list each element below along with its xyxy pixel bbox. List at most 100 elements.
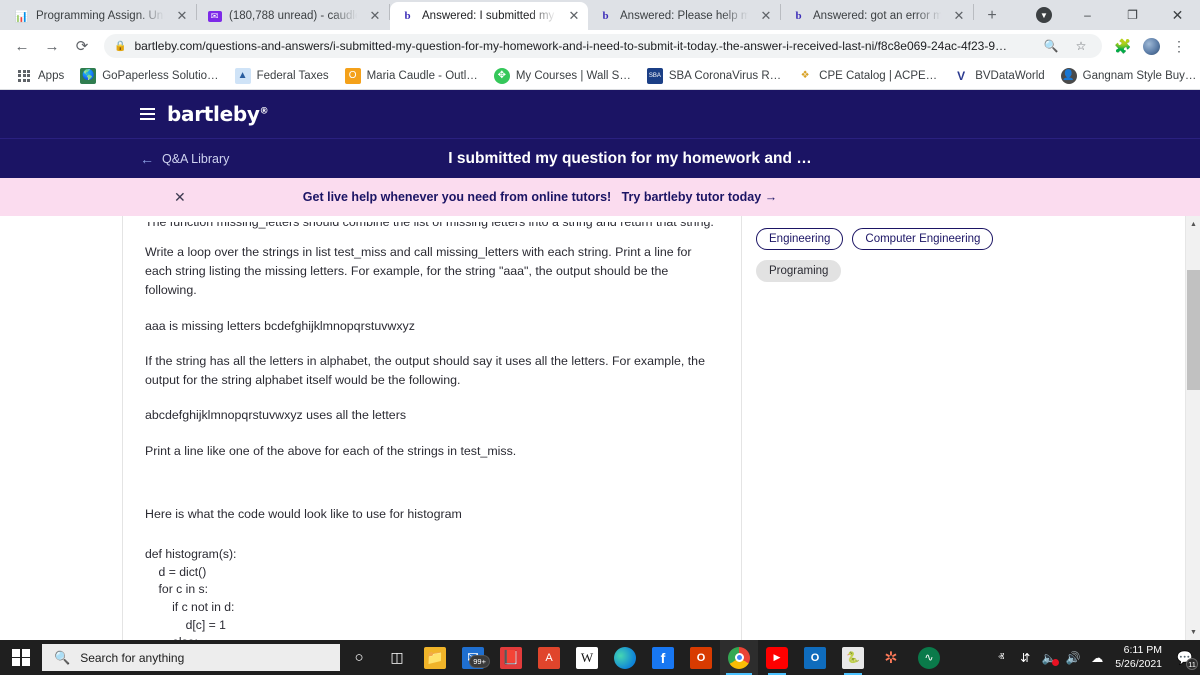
page-scrollbar[interactable]: ▲ ▼ bbox=[1185, 216, 1200, 640]
promo-cta[interactable]: Try bartleby tutor today bbox=[622, 190, 762, 204]
sba-icon: SBA bbox=[646, 67, 663, 84]
star-icon[interactable]: ☆ bbox=[1070, 35, 1092, 57]
tag-row: Engineering Computer Engineering bbox=[756, 228, 1072, 250]
taskbar-items: ○ ◫ 📁 ✉ 99+ 📕 A W e f O ▶ O 🐍 ✲ ∿ bbox=[340, 640, 948, 675]
code-block: def histogram(s): d = dict() for c in s:… bbox=[145, 546, 237, 640]
browser-tab[interactable]: ✉ (180,788 unread) - caudleman ✕ bbox=[197, 2, 389, 30]
browser-tab[interactable]: b Answered: got an error messa ✕ bbox=[781, 2, 973, 30]
network-icon[interactable]: ⇵ bbox=[1013, 640, 1037, 675]
bookmark-bvdataworld[interactable]: V BVDataWorld bbox=[945, 66, 1052, 86]
bookmark-label: My Courses | Wall S… bbox=[515, 69, 631, 82]
scroll-up-arrow[interactable]: ▲ bbox=[1186, 216, 1200, 232]
python-idle-icon[interactable]: 🐍 bbox=[834, 640, 872, 675]
tab-close-icon[interactable]: ✕ bbox=[174, 8, 190, 24]
close-window-button[interactable]: ✕ bbox=[1155, 0, 1200, 30]
onedrive-icon[interactable]: ☁ bbox=[1085, 640, 1109, 675]
bookmark-maria-caudle-outlook[interactable]: O Maria Caudle - Outl… bbox=[337, 66, 486, 86]
bookmark-sba-coronavirus[interactable]: SBA SBA CoronaVirus R… bbox=[639, 66, 789, 86]
question-paragraph: abcdefghijklmnopqrstuvwxyz uses all the … bbox=[145, 408, 407, 423]
bookmark-apps[interactable]: Apps bbox=[8, 66, 72, 86]
browser-tab-active[interactable]: b Answered: I submitted my qu ✕ bbox=[390, 2, 588, 30]
taskbar-search-input[interactable]: 🔍 Search for anything bbox=[42, 644, 340, 671]
minimize-button[interactable]: – bbox=[1065, 0, 1110, 30]
profile-chip[interactable]: ▼ bbox=[1023, 0, 1065, 30]
back-to-qa-library-link[interactable]: ← Q&A Library bbox=[140, 151, 229, 167]
bookmark-label: Federal Taxes bbox=[256, 69, 329, 82]
bookmark-gopaperless[interactable]: 🌎 GoPaperless Solutio… bbox=[72, 66, 226, 86]
kindle-book-icon[interactable]: 📕 bbox=[492, 640, 530, 675]
reload-button[interactable]: ⟳ bbox=[68, 32, 96, 60]
outlook-icon[interactable]: O bbox=[796, 640, 834, 675]
hamburger-icon[interactable] bbox=[140, 108, 155, 120]
clock-time: 6:11 PM bbox=[1123, 644, 1162, 657]
profile-avatar[interactable] bbox=[1138, 33, 1164, 59]
tab-close-icon[interactable]: ✕ bbox=[566, 8, 582, 24]
tag-programing[interactable]: Programing bbox=[756, 260, 842, 282]
clipped-text-line: The function missing_letters should comb… bbox=[145, 222, 714, 229]
profile-avatar-icon: ▼ bbox=[1036, 7, 1052, 23]
mail-icon[interactable]: ✉ 99+ bbox=[454, 640, 492, 675]
microsoft-edge-icon[interactable]: e bbox=[606, 640, 644, 675]
file-explorer-icon[interactable]: 📁 bbox=[416, 640, 454, 675]
volume-icon[interactable]: 🔊 bbox=[1061, 640, 1085, 675]
tab-close-icon[interactable]: ✕ bbox=[758, 8, 774, 24]
google-chrome-icon[interactable] bbox=[720, 640, 758, 675]
close-icon[interactable]: ✕ bbox=[174, 189, 186, 206]
v-icon: V bbox=[957, 68, 966, 83]
office-icon[interactable]: O bbox=[682, 640, 720, 675]
browser-menu-icon[interactable]: ⋮ bbox=[1166, 33, 1192, 59]
question-sidebar: Engineering Computer Engineering Program… bbox=[742, 216, 1072, 640]
bookmark-gangnam-style[interactable]: 👤 Gangnam Style Buy… bbox=[1053, 66, 1200, 86]
wikipedia-icon[interactable]: W bbox=[568, 640, 606, 675]
bookmark-cpe-catalog[interactable]: ❖ CPE Catalog | ACPE… bbox=[789, 66, 945, 86]
magnifier-icon[interactable]: 🔍 bbox=[1040, 35, 1062, 57]
new-tab-button[interactable]: + bbox=[978, 2, 1006, 30]
tab-title: (180,788 unread) - caudleman bbox=[229, 10, 360, 22]
back-arrow-icon: ← bbox=[140, 150, 154, 167]
action-center-icon[interactable]: 💬 11 bbox=[1170, 640, 1200, 675]
bookmark-federal-taxes[interactable]: ▲ Federal Taxes bbox=[227, 66, 337, 86]
globe-icon: 🌎 bbox=[80, 67, 97, 84]
taskbar-clock[interactable]: 6:11 PM 5/26/2021 bbox=[1109, 640, 1170, 675]
hubspot-icon[interactable]: ✲ bbox=[872, 640, 910, 675]
puzzle-icon[interactable]: 🧩 bbox=[1110, 33, 1136, 59]
mail-unread-badge: 99+ bbox=[469, 655, 490, 668]
site-logo[interactable]: bartleby® bbox=[167, 102, 269, 126]
facebook-icon[interactable]: f bbox=[644, 640, 682, 675]
tab-close-icon[interactable]: ✕ bbox=[951, 8, 967, 24]
window-controls: ▼ – ❐ ✕ bbox=[1023, 0, 1200, 30]
bookmark-label: SBA CoronaVirus R… bbox=[668, 69, 782, 82]
sound-muted-icon[interactable]: 🔈 bbox=[1037, 640, 1061, 675]
search-icon: 🔍 bbox=[54, 649, 71, 665]
qa-library-label: Q&A Library bbox=[162, 151, 230, 166]
acrobat-reader-icon[interactable]: A bbox=[530, 640, 568, 675]
swirl-icon: ❖ bbox=[800, 70, 810, 81]
outlook-icon: O bbox=[344, 67, 361, 84]
browser-tab[interactable]: b Answered: Please help me wi ✕ bbox=[588, 2, 780, 30]
scroll-down-arrow[interactable]: ▼ bbox=[1186, 624, 1200, 640]
bartleby-b-icon: b bbox=[602, 10, 609, 22]
bookmark-label: Apps bbox=[38, 69, 65, 82]
tag-engineering[interactable]: Engineering bbox=[756, 228, 844, 250]
audio-wave-icon[interactable]: ∿ bbox=[910, 640, 948, 675]
bookmark-my-courses[interactable]: ✥ My Courses | Wall S… bbox=[486, 66, 639, 86]
browser-tab[interactable]: 📊 Programming Assign. Unit 7 ( ✕ bbox=[4, 2, 196, 30]
back-button[interactable]: ← bbox=[8, 32, 36, 60]
tag-computer-engineering[interactable]: Computer Engineering bbox=[852, 228, 994, 250]
show-hidden-icons-chevron[interactable]: ⱏ bbox=[989, 640, 1013, 675]
document-icon: ▲ bbox=[234, 67, 251, 84]
address-bar[interactable]: 🔒 bartleby.com/questions-and-answers/i-s… bbox=[104, 34, 1102, 58]
tab-close-icon[interactable]: ✕ bbox=[367, 8, 383, 24]
task-view-icon[interactable]: ◫ bbox=[378, 640, 416, 675]
windows-taskbar: 🔍 Search for anything ○ ◫ 📁 ✉ 99+ 📕 A W … bbox=[0, 640, 1200, 675]
maximize-button[interactable]: ❐ bbox=[1110, 0, 1155, 30]
youtube-icon[interactable]: ▶ bbox=[758, 640, 796, 675]
forward-button[interactable]: → bbox=[38, 32, 66, 60]
windows-start-icon[interactable] bbox=[0, 640, 42, 675]
chart-icon: 📊 bbox=[14, 10, 29, 23]
web-page: bartleby® 🔍 Search for textbooks, step-b… bbox=[0, 90, 1200, 640]
cortana-icon[interactable]: ○ bbox=[340, 640, 378, 675]
promo-arrow-icon[interactable]: → bbox=[765, 190, 778, 204]
bookmark-label: GoPaperless Solutio… bbox=[102, 69, 219, 82]
scrollbar-thumb[interactable] bbox=[1187, 270, 1200, 390]
